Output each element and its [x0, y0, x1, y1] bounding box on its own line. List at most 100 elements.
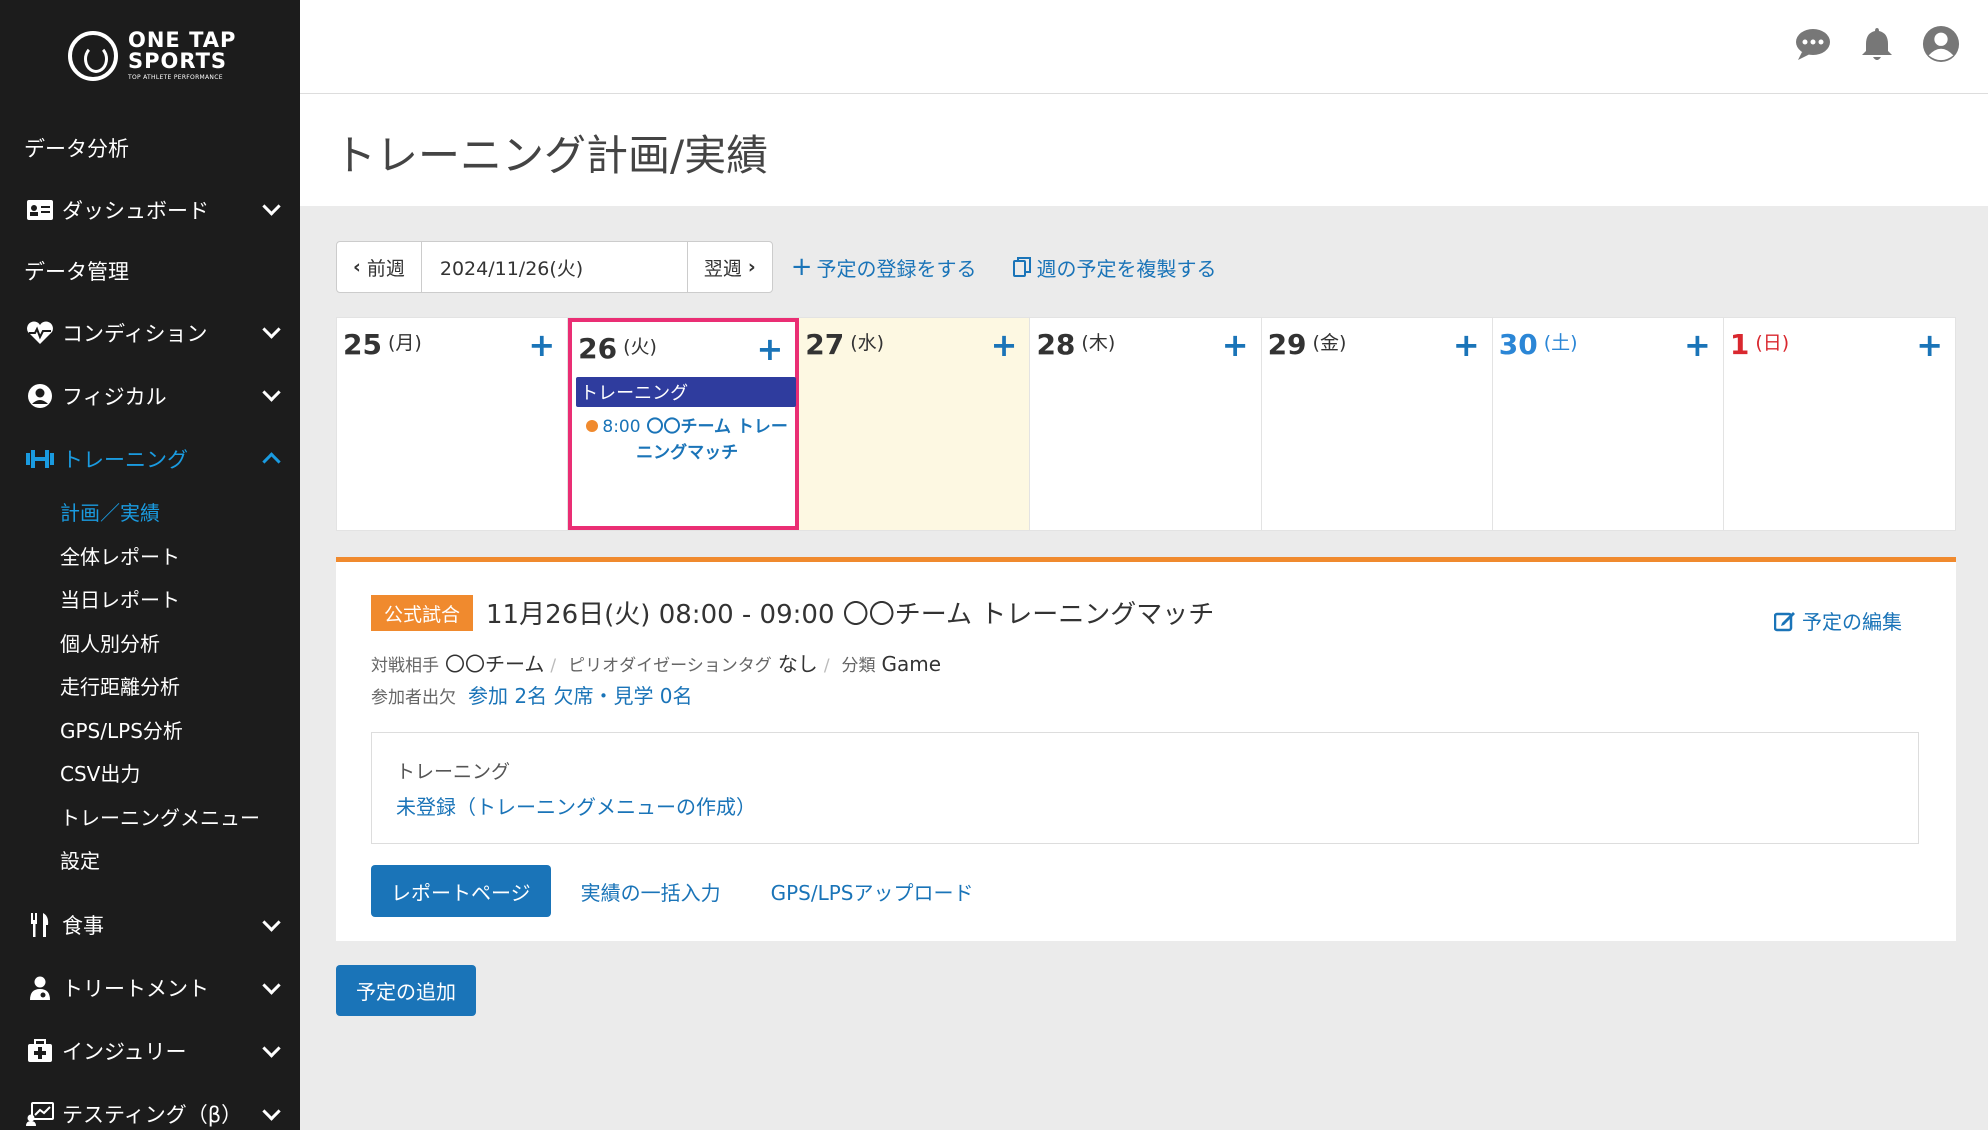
date-field[interactable]: 2024/11/26(火) [422, 242, 688, 292]
add-event-icon[interactable]: + [1222, 326, 1249, 364]
prev-week-label: 前週 [366, 257, 405, 280]
sidebar-item-injury[interactable]: インジュリー [0, 1020, 300, 1083]
brand-line1: ONE TAP [128, 28, 237, 52]
gps-upload-link[interactable]: GPS/LPSアップロード [771, 877, 974, 906]
add-event-icon[interactable]: + [1453, 326, 1480, 364]
add-event-icon[interactable]: + [991, 326, 1018, 364]
sidebar-subitem-overall-report[interactable]: 全体レポート [0, 534, 300, 578]
divider: / [823, 656, 830, 676]
attendance-link[interactable]: 参加 2名 欠席・見学 0名 [468, 680, 693, 709]
next-week-label: 翌週 [703, 257, 742, 280]
edit-event-link[interactable]: 予定の編集 [1774, 606, 1902, 635]
bulk-input-link[interactable]: 実績の一括入力 [581, 877, 721, 906]
day-num: 1 [1729, 328, 1750, 361]
calendar-day[interactable]: 25 (月) + [337, 318, 569, 530]
sidebar-subitem-plan[interactable]: 計画／実績 [0, 490, 300, 534]
create-training-menu-link[interactable]: 未登録（トレーニングメニューの作成） [396, 791, 756, 820]
add-event-icon[interactable]: + [1684, 326, 1711, 364]
sidebar-item-physical[interactable]: フィジカル [0, 364, 300, 427]
prev-week-button[interactable]: ‹ 前週 [337, 242, 422, 292]
day-num: 27 [805, 328, 845, 361]
training-label: トレーニング [396, 761, 511, 783]
calendar-day-sunday[interactable]: 1 (日) + [1724, 318, 1955, 530]
week-controls: ‹ 前週 2024/11/26(火) 翌週 › + 予定の登録をする 週の予定を… [336, 241, 1217, 293]
sidebar-item-dashboard[interactable]: ダッシュボード [0, 178, 300, 241]
bell-icon[interactable] [1858, 24, 1896, 64]
sidebar-subitem-daily-report[interactable]: 当日レポート [0, 577, 300, 621]
add-event-icon[interactable]: + [528, 326, 555, 364]
dumbbell-icon [24, 446, 56, 472]
day-num: 25 [343, 328, 382, 361]
attendance-row: 参加者出欠 参加 2名 欠席・見学 0名 [371, 680, 693, 709]
brand-line2: SPORTS [128, 49, 228, 73]
sidebar-subitem-distance[interactable]: 走行距離分析 [0, 664, 300, 708]
calendar-day-today[interactable]: 27 (水) + [799, 318, 1031, 530]
calendar-day[interactable]: 28 (木) + [1030, 318, 1262, 530]
sidebar-item-label: フィジカル [62, 384, 167, 409]
calendar-day[interactable]: 29 (金) + [1262, 318, 1493, 530]
class-label: 分類 [841, 656, 876, 676]
opponent-value: 〇〇チーム [445, 652, 545, 676]
chart-board-icon [24, 1101, 56, 1127]
sidebar-item-meal[interactable]: 食事 [0, 894, 300, 957]
sidebar-item-training[interactable]: トレーニング [0, 427, 300, 490]
sidebar-subitem-csv[interactable]: CSV出力 [0, 751, 300, 795]
day-number: 1 (日) [1730, 328, 1789, 361]
chevron-down-icon [262, 912, 281, 932]
next-week-button[interactable]: 翌週 › [688, 242, 772, 292]
add-event-icon[interactable]: + [1916, 326, 1943, 364]
sidebar-item-label: トリートメント [62, 977, 209, 1001]
day-num: 29 [1267, 328, 1307, 361]
add-event-icon[interactable]: + [756, 330, 783, 368]
utensils-icon [24, 912, 56, 938]
sidebar-item-label: 食事 [62, 914, 104, 938]
copy-week-label: 週の予定を複製する [1036, 256, 1217, 281]
calendar-event[interactable]: 8:00 〇〇チーム トレーニングマッチ [582, 414, 792, 466]
day-number: 25 (月) [343, 328, 422, 361]
brand-tagline: TOP ATHLETE PERFORMANCE [128, 74, 223, 81]
chat-icon[interactable] [1794, 24, 1832, 64]
day-num: 30 [1498, 328, 1538, 361]
copy-week-link[interactable]: 週の予定を複製する [1012, 253, 1217, 282]
copy-icon [1012, 257, 1031, 277]
sidebar-item-label: トレーニング [62, 447, 188, 472]
sidebar-subitem-gps[interactable]: GPS/LPS分析 [0, 708, 300, 752]
page-header: トレーニング計画/実績 [300, 94, 1988, 206]
day-number: 28 (木) [1036, 328, 1115, 361]
day-number: 29 (金) [1268, 328, 1347, 361]
user-account-icon[interactable] [1922, 24, 1960, 64]
report-page-button[interactable]: レポートページ [371, 865, 551, 917]
sidebar-item-label: インジュリー [62, 1040, 187, 1064]
chevron-down-icon [262, 975, 281, 995]
sidebar-item-testing[interactable]: テスティング（β） [0, 1083, 300, 1130]
sidebar-subitem-menu[interactable]: トレーニングメニュー [0, 795, 300, 839]
sidebar-nav: データ分析 ダッシュボード データ管理 コンディション フィジカル トレーニング… [0, 118, 300, 1130]
week-nav-group: ‹ 前週 2024/11/26(火) 翌週 › [336, 241, 773, 293]
calendar-day-selected[interactable]: 26 (火) + トレーニング 8:00 〇〇チーム トレーニングマッチ [568, 318, 800, 530]
first-aid-icon [24, 1038, 56, 1064]
sidebar-item-treatment[interactable]: トリートメント [0, 957, 300, 1020]
calendar-day-saturday[interactable]: 30 (土) + [1493, 318, 1724, 530]
sidebar-item-condition[interactable]: コンディション [0, 301, 300, 364]
event-dot-icon [586, 420, 599, 432]
divider: / [550, 656, 557, 676]
add-event-button[interactable]: 予定の追加 [336, 965, 476, 1016]
training-box: トレーニング 未登録（トレーニングメニューの作成） [371, 732, 1919, 844]
event-name: 〇〇チーム トレーニングマッチ [636, 417, 788, 463]
sidebar-item-label: テスティング（β） [62, 1103, 243, 1127]
heartbeat-icon [24, 320, 56, 346]
register-event-link[interactable]: + 予定の登録をする [791, 253, 977, 282]
day-of-week: (月) [387, 332, 422, 354]
sidebar-subitem-individual[interactable]: 個人別分析 [0, 621, 300, 665]
chevron-down-icon [262, 1038, 281, 1058]
brand-logo[interactable]: ONE TAP SPORTS TOP ATHLETE PERFORMANCE [68, 30, 236, 81]
sidebar-subitem-settings[interactable]: 設定 [0, 838, 300, 882]
attendance-label: 参加者出欠 [371, 688, 456, 708]
event-meta: 対戦相手 〇〇チーム / ピリオダイゼーションタグ なし / 分類 Game [371, 648, 947, 677]
chevron-right-icon: › [747, 256, 756, 278]
top-header [300, 0, 1988, 94]
class-value: Game [881, 652, 942, 676]
logo-icon [68, 30, 118, 81]
id-card-icon [24, 197, 56, 223]
event-category-bar[interactable]: トレーニング [576, 377, 797, 407]
